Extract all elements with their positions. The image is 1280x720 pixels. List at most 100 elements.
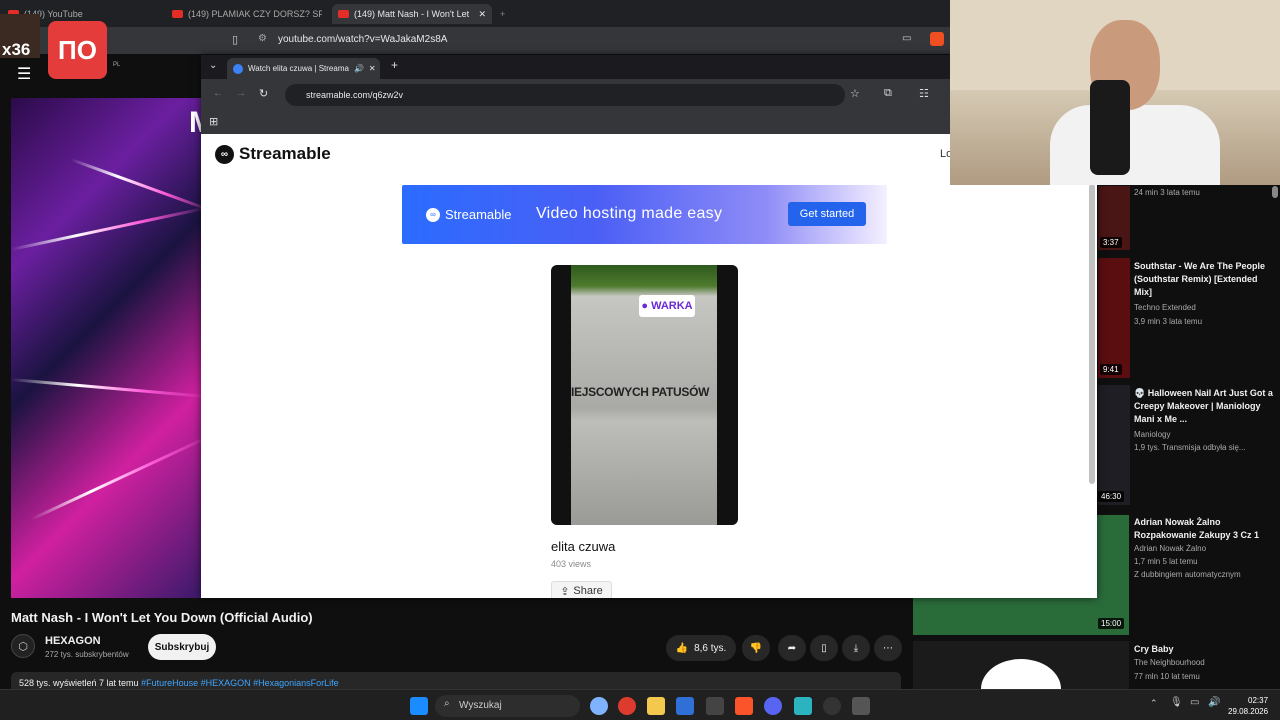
promo-banner[interactable]: ∞ Streamable Video hosting made easy Get … — [402, 185, 887, 244]
rec-title: Adrian Nowak Żalno Rozpakowanie Zakupy 3… — [1134, 517, 1260, 540]
thumbs-up-icon: 👍 — [675, 642, 689, 654]
more-actions-button[interactable]: ⋯ — [874, 635, 902, 661]
cast-icon[interactable]: ▭ — [902, 33, 911, 44]
taskbar: Wyszukaj ⌕ ⌃ 🎙 ▭ 🔊 02:37 29.08.2026 — [0, 689, 1280, 720]
video-player[interactable]: M — [11, 98, 201, 598]
rec-item[interactable]: Cry Baby The Neighbourhood 77 mln 10 lat… — [1098, 641, 1280, 689]
back-address-bar[interactable]: ▯ ⚙ youtube.com/watch?v=WaJakaM2s8A ▭ — [0, 27, 950, 54]
share-button[interactable]: ➦ — [778, 635, 806, 661]
mic-tray-icon[interactable]: 🎙 — [1170, 697, 1183, 708]
obs-icon[interactable] — [823, 697, 841, 715]
page-scrollbar[interactable] — [1089, 184, 1095, 484]
store-icon[interactable] — [676, 697, 694, 715]
search-icon: ⌕ — [444, 698, 450, 709]
channel-avatar[interactable]: ⬡ — [11, 634, 35, 658]
rec-thumbnail-large[interactable] — [913, 641, 1129, 719]
rec-item[interactable]: 15:00 Adrian Nowak Żalno Rozpakowanie Za… — [1098, 514, 1280, 634]
download-button[interactable]: ⤓ — [842, 635, 870, 661]
apps-grid-icon[interactable]: ⊞ — [209, 115, 218, 128]
extensions-icon[interactable]: ⧉ — [884, 87, 892, 100]
discord-icon[interactable] — [764, 697, 782, 715]
view-count: 403 views — [551, 559, 592, 569]
streamable-logo[interactable]: ∞ Streamable — [215, 144, 331, 164]
windows-start-icon[interactable] — [410, 697, 428, 715]
subscribe-button[interactable]: Subskrybuj — [148, 634, 216, 660]
sidebar-scrollbar[interactable] — [1272, 186, 1278, 198]
microphone-icon — [1090, 80, 1130, 175]
streamable-mark-icon: ∞ — [215, 144, 234, 164]
more-icon: ⋯ — [883, 642, 893, 654]
rec-thumbnail — [1098, 258, 1130, 378]
copilot-icon[interactable] — [590, 697, 608, 715]
volume-icon[interactable]: 🔊 — [1208, 697, 1220, 708]
clock-time: 02:37 — [1248, 696, 1269, 705]
app-icon[interactable] — [706, 697, 724, 715]
streamable-mark-icon: ∞ — [426, 207, 440, 222]
get-started-button[interactable]: Get started — [788, 202, 866, 226]
tab-plamiak[interactable]: (149) PLAMIAK CZY DORSZ? SPRAWE — [172, 4, 322, 24]
reload-icon[interactable]: ↻ — [259, 87, 268, 100]
tab-list-icon[interactable]: ⌄ — [209, 60, 217, 71]
brave-icon[interactable] — [735, 697, 753, 715]
close-tab-icon[interactable]: ✕ — [369, 64, 376, 73]
rec-channel: The Neighbourhood — [1134, 658, 1205, 667]
rec-duration: 46:30 — [1098, 491, 1125, 502]
clock-date: 29.08.2026 — [1228, 707, 1269, 716]
banner-logo: ∞ Streamable — [426, 207, 511, 222]
popup-toolbar: ← → ↻ streamable.com/q6zw2v ☆ ⧉ ☷ — [201, 79, 950, 111]
file-explorer-icon[interactable] — [647, 697, 665, 715]
tray-chevron-icon[interactable]: ⌃ — [1150, 698, 1158, 709]
share-button[interactable]: ⇪ Share — [551, 581, 612, 598]
media-queue-icon[interactable]: ☷ — [919, 87, 929, 100]
hashtags[interactable]: #FutureHouse #HEXAGON #HexagoniansForLif… — [141, 678, 339, 688]
bookmarks-bar: ⊞ — [201, 111, 950, 134]
bookmark-icon[interactable]: ▯ — [232, 33, 238, 46]
site-info-icon[interactable]: ⚙ — [258, 33, 267, 44]
save-button[interactable]: ▯ — [810, 635, 838, 661]
system-clock[interactable]: 02:37 29.08.2026 — [1228, 695, 1268, 717]
video-overlay-text: M — [189, 106, 201, 140]
taskbar-search[interactable]: Wyszukaj — [435, 695, 580, 717]
forward-icon[interactable]: → — [236, 88, 246, 99]
close-tab-icon[interactable]: ✕ — [478, 9, 486, 20]
light-beam — [30, 433, 201, 521]
app-icon[interactable] — [852, 697, 870, 715]
app-icon[interactable] — [794, 697, 812, 715]
network-icon[interactable]: ▭ — [1190, 697, 1199, 708]
new-tab-icon[interactable]: + — [391, 58, 398, 72]
channel-name[interactable]: HEXAGON — [45, 635, 101, 647]
video-thumbnail[interactable]: ● WARKA IEJSCOWYCH PATUSÓW — [551, 265, 738, 525]
tab-matt-nash[interactable]: (149) Matt Nash - I Won't Let ✕ — [332, 4, 492, 24]
combo-counter: x36 — [2, 40, 31, 59]
popup-url-field[interactable]: streamable.com/q6zw2v — [285, 84, 845, 106]
banner-tagline: Video hosting made easy — [536, 205, 723, 222]
back-url-text[interactable]: youtube.com/watch?v=WaJakaM2s8A — [278, 34, 447, 45]
audio-icon[interactable]: 🔊 — [354, 64, 364, 73]
star-icon[interactable]: ☆ — [850, 87, 860, 100]
streamable-favicon-icon — [233, 63, 243, 74]
location-pin-icon: ● — [641, 300, 649, 312]
dislike-button[interactable]: 👎 — [742, 635, 770, 661]
video-title: Matt Nash - I Won't Let You Down (Offici… — [11, 610, 313, 625]
rec-item[interactable]: 9:41 Southstar - We Are The People (Sout… — [1098, 258, 1280, 378]
rec-duration: 15:00 — [1098, 618, 1125, 629]
rec-channel: Adrian Nowak Żalno — [1134, 544, 1207, 553]
rec-stats: 77 mln 10 lat temu — [1134, 672, 1200, 681]
new-tab-icon[interactable]: + — [500, 4, 512, 24]
rec-item[interactable]: 3:37 24 min 3 lata temu — [1098, 186, 1280, 250]
share-icon: ➦ — [787, 642, 797, 654]
menu-icon[interactable]: ☰ — [17, 64, 31, 84]
back-icon[interactable]: ← — [213, 88, 223, 99]
banner-logo-text: Streamable — [445, 207, 512, 222]
tab-streamable[interactable]: Watch elita czuwa | Streama 🔊 ✕ — [227, 58, 380, 79]
chrome-icon[interactable] — [618, 697, 636, 715]
brave-shield-icon[interactable] — [930, 32, 944, 46]
webcam-feed — [950, 0, 1280, 185]
rec-item[interactable]: 46:30 💀 Halloween Nail Art Just Got a Cr… — [1098, 385, 1280, 505]
region-label: PL — [113, 62, 121, 68]
like-button[interactable]: 👍 8,6 tys. — [666, 635, 736, 661]
rec-title: 💀 Halloween Nail Art Just Got a Creepy M… — [1134, 388, 1273, 424]
back-browser-tabbar: (149) YouTube (149) PLAMIAK CZY DORSZ? S… — [0, 0, 950, 27]
rec-thumbnail — [1098, 385, 1130, 505]
rec-stats: 24 min 3 lata temu — [1134, 188, 1200, 197]
